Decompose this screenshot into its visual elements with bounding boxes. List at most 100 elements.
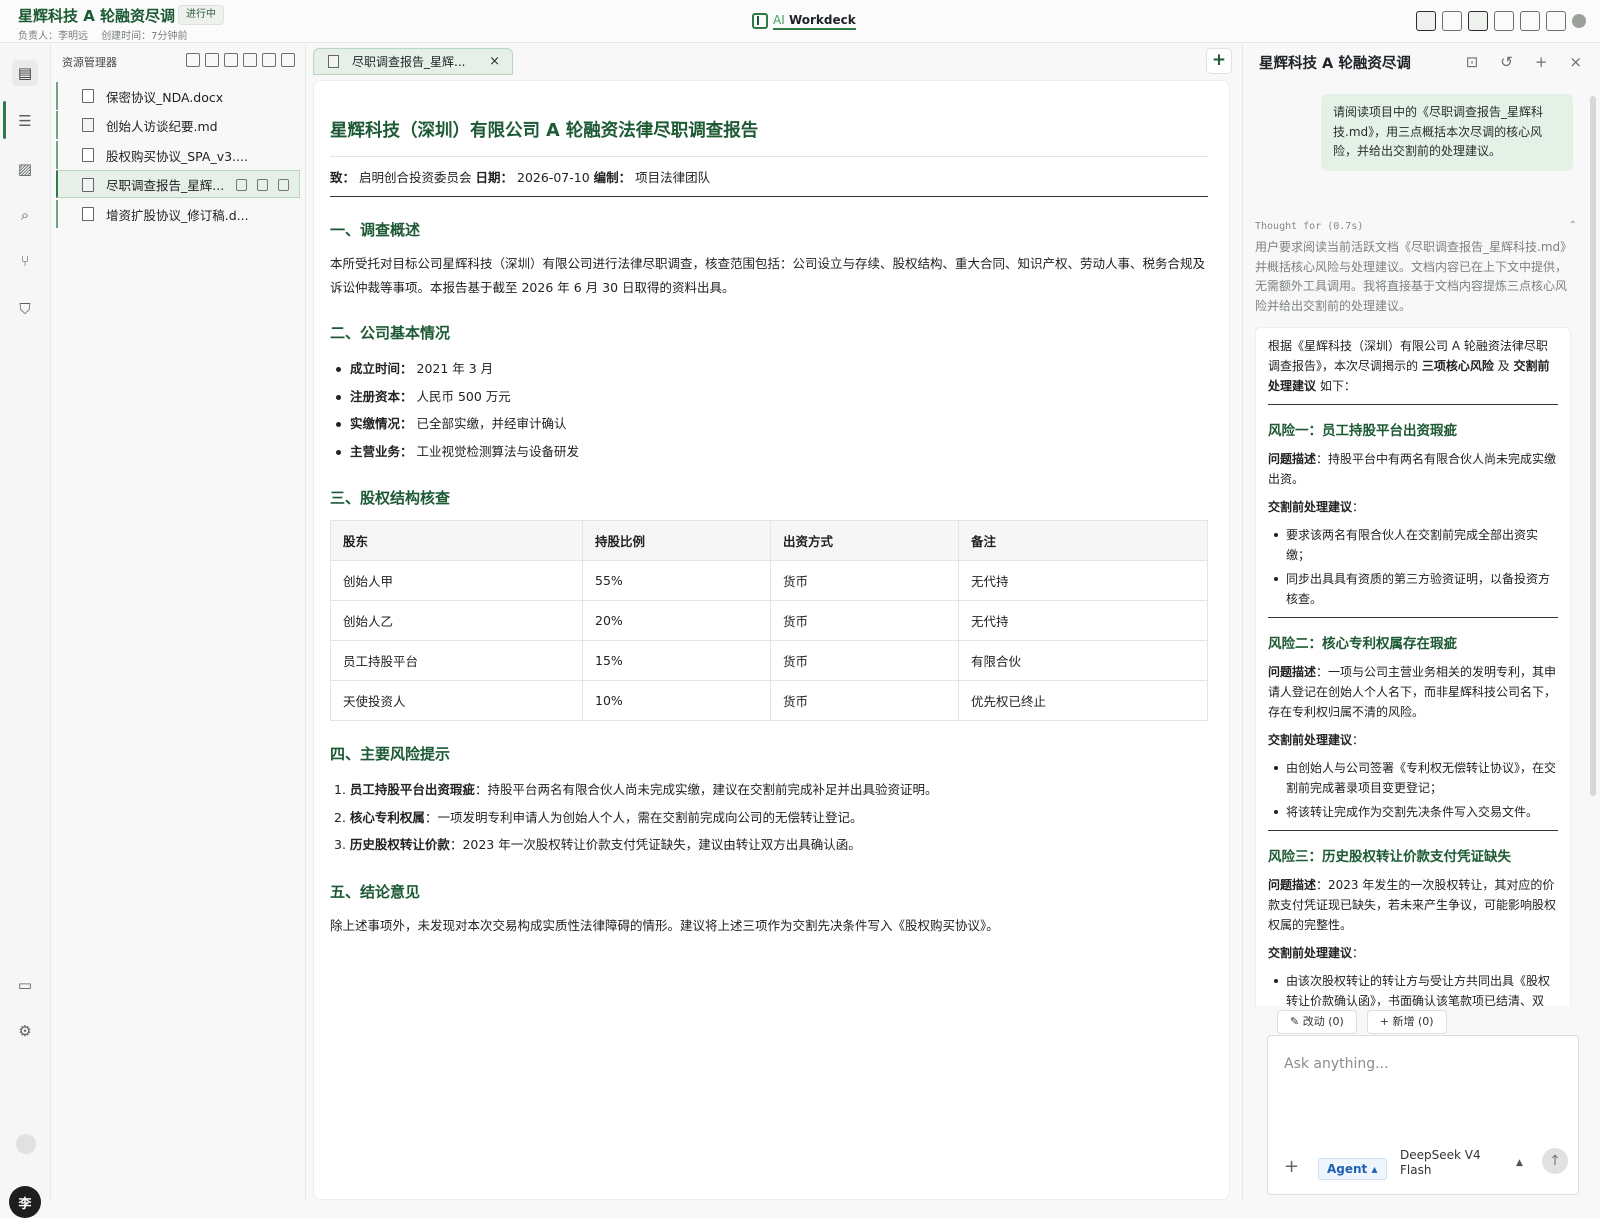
thought-text: 用户要求阅读当前活跃文档《尽职调查报告_星辉科技.md》并概括核心风险与处理建议… <box>1255 240 1568 313</box>
thought-header[interactable]: Thought for (0.7s) <box>1255 221 1363 232</box>
image-icon[interactable]: ▨ <box>12 156 38 182</box>
logo-text: AI Workdeck <box>773 13 856 30</box>
new-chat-icon[interactable]: + <box>1535 53 1548 71</box>
split-view-icon[interactable] <box>1494 11 1514 31</box>
attach-icon[interactable]: + <box>1284 1156 1299 1177</box>
list-item: 注册资本： 人民币 500 万元 <box>336 383 1208 411</box>
toggle-right-panel-icon[interactable] <box>1468 11 1488 31</box>
sort-icon[interactable] <box>262 53 276 67</box>
outline-icon[interactable]: ☰ <box>12 108 38 134</box>
new-file-icon[interactable] <box>186 53 200 67</box>
file-item[interactable]: 股权购买协议_SPA_v3.... <box>56 141 300 169</box>
project-meta: 负责人：李明远 创建时间：7分钟前 <box>18 27 198 42</box>
risk-list: 1. 员工持股平台出资瑕疵：持股平台两名有限合伙人尚未完成实缴，建议在交割前完成… <box>330 776 1208 859</box>
logo-icon <box>752 13 768 29</box>
new-tab-button[interactable]: + <box>1206 48 1232 74</box>
file-actions <box>236 179 289 191</box>
status-dot-icon[interactable] <box>16 1134 36 1154</box>
history-icon[interactable]: ↺ <box>1500 53 1513 71</box>
files-icon[interactable]: ▤ <box>12 60 38 86</box>
copy-file-icon[interactable] <box>236 179 247 191</box>
advice-label: 交割前处理建议： <box>1268 733 1365 747</box>
word-file-icon <box>82 148 94 162</box>
list-item: 主营业务： 工业视觉检测算法与设备研发 <box>336 438 1208 466</box>
advice-label: 交割前处理建议： <box>1268 500 1365 514</box>
file-explorer: 资源管理器 保密协议_NDA.docx 创始人访谈纪要.md 股权购买协议_SP… <box>52 44 306 1200</box>
file-item[interactable]: 保密协议_NDA.docx <box>56 82 300 110</box>
project-title: 星辉科技 A 轮融资尽调 <box>18 7 176 25</box>
list-item: 由创始人与公司签署《专利权无偿转让协议》，在交割前完成著录项目变更登记； <box>1268 758 1558 798</box>
screenshot-select-icon[interactable] <box>1520 11 1540 31</box>
modify-chip[interactable]: ✎ 改动 (0) <box>1277 1010 1357 1034</box>
file-item[interactable]: 增资扩股协议_修订稿.d... <box>56 200 300 228</box>
share-window-icon[interactable] <box>1546 11 1566 31</box>
markdown-file-icon <box>82 118 94 132</box>
upload-icon[interactable] <box>243 53 257 67</box>
top-bar: 星辉科技 A 轮融资尽调 进行中 负责人：李明远 创建时间：7分钟前 AI Wo… <box>0 0 1600 43</box>
new-folder-icon[interactable] <box>205 53 219 67</box>
table-row: 天使投资人 10% 货币 优先权已终止 <box>330 680 1208 721</box>
word-file-icon <box>82 89 94 103</box>
toggle-bottom-panel-icon[interactable] <box>1442 11 1462 31</box>
divider <box>1268 617 1558 618</box>
advice-list: 要求该两名有限合伙人在交割前完成全部出资实缴； 同步出具具有资质的第三方验资证明… <box>1268 525 1558 609</box>
list-item: 2. 核心专利权属：一项发明专利申请人为创始人个人，需在交割前完成向公司的无偿转… <box>334 809 863 825</box>
list-item: 成立时间： 2021 年 3 月 <box>336 355 1208 383</box>
status-badge: 进行中 <box>178 5 224 25</box>
user-avatar-icon[interactable] <box>1572 14 1586 28</box>
file-item-active[interactable]: 尽职调查报告_星辉... <box>56 170 300 198</box>
table-header-row: 股东 持股比例 出资方式 备注 <box>330 520 1208 561</box>
assistant-message: 根据《星辉科技（深圳）有限公司 A 轮融资法律尽职调查报告》，本次尽调揭示的 三… <box>1255 327 1571 1006</box>
table-row: 创始人甲 55% 货币 无代持 <box>330 560 1208 601</box>
avatar[interactable]: 李 <box>9 1186 41 1218</box>
gear-icon[interactable]: ⚙ <box>12 1018 38 1044</box>
shield-icon[interactable]: ⛉ <box>12 296 38 322</box>
add-chip[interactable]: + 新增 (0) <box>1366 1010 1447 1034</box>
file-item[interactable]: 创始人访谈纪要.md <box>56 111 300 139</box>
list-item: 要求该两名有限合伙人在交割前完成全部出资实缴； <box>1268 525 1558 565</box>
divider <box>1268 404 1558 405</box>
advice-label: 交割前处理建议： <box>1268 946 1365 960</box>
chat-messages[interactable]: 请阅读项目中的《尽职调查报告_星辉科技.md》，用三点概括本次尽调的核心风险，并… <box>1243 84 1600 1006</box>
search-icon[interactable]: ⌕ <box>12 202 38 228</box>
editor-area: 尽职调查报告_星辉... × + 星辉科技（深圳）有限公司 A 轮融资法律尽职调… <box>307 44 1242 1200</box>
basic-info-list: 成立时间： 2021 年 3 月 注册资本： 人民币 500 万元 实缴情况： … <box>336 355 1208 465</box>
copy-icon[interactable] <box>224 53 238 67</box>
document-title: 星辉科技（深圳）有限公司 A 轮融资法律尽职调查报告 <box>330 117 1208 157</box>
list-item: 3. 历史股权转让价款：2023 年一次股权转让价款支付凭证缺失，建议由转让双方… <box>334 837 861 852</box>
chevron-up-icon[interactable]: ▲ <box>1516 1158 1523 1168</box>
risk-heading: 风险三：历史股权转让价款支付凭证缺失 <box>1268 849 1511 865</box>
advice-list: 由该次股权转让的转让方与受让方共同出具《股权转让价款确认函》，书面确认该笔款项已… <box>1268 971 1558 1006</box>
list-item: 1. 员工持股平台出资瑕疵：持股平台两名有限合伙人尚未完成实缴，建议在交割前完成… <box>334 782 938 797</box>
trash-icon[interactable] <box>281 53 295 67</box>
risk-heading: 风险二：核心专利权属存在瑕疵 <box>1268 636 1457 652</box>
branch-icon[interactable]: ⑂ <box>12 248 38 274</box>
toggle-left-panel-icon[interactable] <box>1416 11 1436 31</box>
user-message: 请阅读项目中的《尽职调查报告_星辉科技.md》，用三点概括本次尽调的核心风险，并… <box>1321 94 1573 171</box>
explorer-title: 资源管理器 <box>62 56 117 69</box>
send-button[interactable]: ↑ <box>1542 1148 1568 1174</box>
chat-toolbar: ⊡ ↺ + × <box>1466 53 1582 71</box>
shareholder-table: 股东 持股比例 出资方式 备注 创始人甲 55% 货币 无代持 创始人乙 20% 货币 无代持 员… <box>330 520 1208 721</box>
layout-toolbar <box>1416 11 1586 31</box>
close-icon[interactable]: × <box>1569 53 1582 71</box>
close-tab-icon[interactable]: × <box>489 54 500 69</box>
chat-scrollbar[interactable] <box>1590 96 1596 796</box>
document-meta: 致： 启明创合投资委员会 日期： 2026-07-10 编制： 项目法律团队 <box>330 167 1208 197</box>
document-content: 星辉科技（深圳）有限公司 A 轮融资法律尽职调查报告 致： 启明创合投资委员会 … <box>330 117 1208 938</box>
context-icon[interactable]: ⊡ <box>1466 53 1479 71</box>
section-heading: 三、股权结构核查 <box>330 489 451 507</box>
compare-icon[interactable] <box>257 179 268 191</box>
section-heading: 四、主要风险提示 <box>330 745 451 763</box>
risk-heading: 风险一：员工持股平台出资瑕疵 <box>1268 423 1457 439</box>
tab-active-document[interactable]: 尽职调查报告_星辉... × <box>313 48 513 75</box>
model-select[interactable]: DeepSeek V4 Flash <box>1400 1148 1510 1178</box>
chat-input[interactable] <box>1284 1056 1564 1072</box>
inbox-icon[interactable]: ▭ <box>12 972 38 998</box>
delete-file-icon[interactable] <box>278 179 289 191</box>
app-logo: AI Workdeck <box>752 10 856 32</box>
list-item: 由该次股权转让的转让方与受让方共同出具《股权转让价款确认函》，书面确认该笔款项已… <box>1268 971 1558 1006</box>
agent-mode-select[interactable]: Agent ▴ <box>1318 1158 1387 1180</box>
chevron-up-icon[interactable]: ⌃ <box>1569 220 1577 231</box>
section-heading: 一、调查概述 <box>330 221 421 239</box>
